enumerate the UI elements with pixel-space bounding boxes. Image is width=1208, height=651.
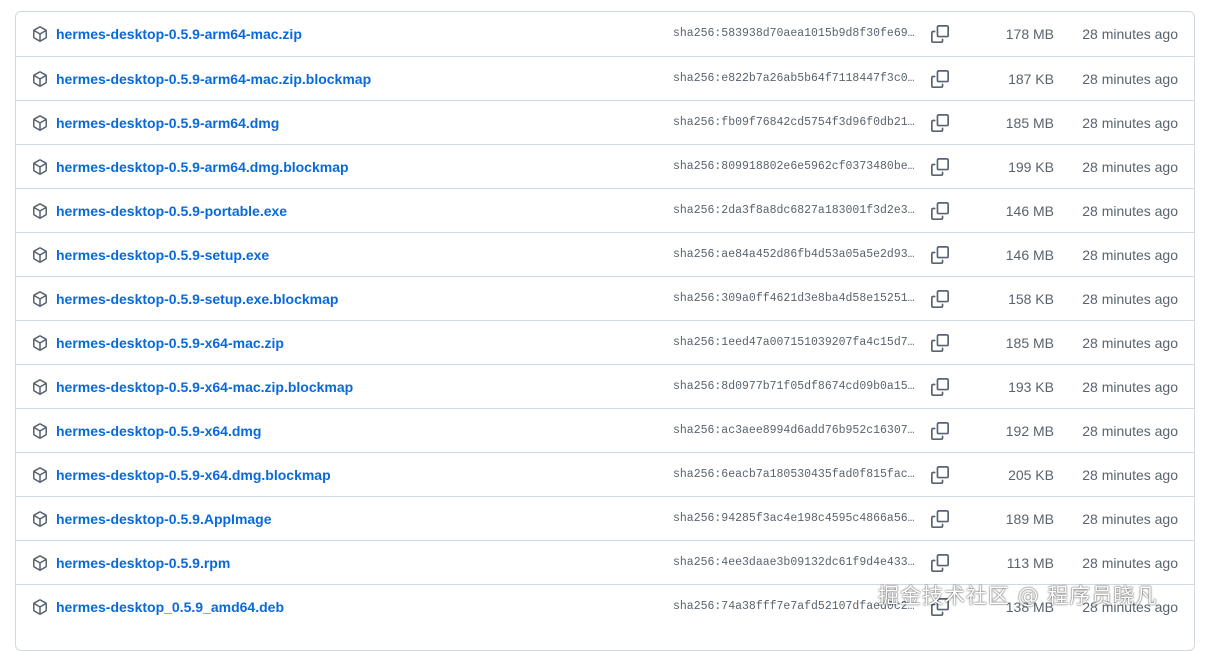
- package-icon: [32, 379, 48, 395]
- copy-icon[interactable]: [931, 598, 949, 616]
- asset-uploaded-time: 28 minutes ago: [1082, 379, 1178, 395]
- asset-row: hermes-desktop-0.5.9-setup.exe.blockmap …: [16, 276, 1194, 320]
- asset-sha256-digest: sha256:309a0ff4621d3e8ba4d58e1525186...: [673, 292, 919, 305]
- package-icon: [32, 115, 48, 131]
- asset-size: 138 MB: [1005, 599, 1054, 615]
- asset-download-link[interactable]: hermes-desktop-0.5.9-x64.dmg: [56, 422, 261, 440]
- asset-sha256-digest: sha256:fb09f76842cd5754f3d96f0db2103...: [673, 116, 919, 129]
- asset-download-link[interactable]: hermes-desktop-0.5.9-arm64-mac.zip: [56, 25, 302, 43]
- asset-download-link[interactable]: hermes-desktop-0.5.9.rpm: [56, 554, 230, 572]
- asset-download-link[interactable]: hermes-desktop-0.5.9-x64.dmg.blockmap: [56, 466, 331, 484]
- package-icon: [32, 335, 48, 351]
- asset-download-link[interactable]: hermes-desktop-0.5.9-portable.exe: [56, 202, 287, 220]
- asset-row: hermes-desktop-0.5.9-setup.exe sha256:ae…: [16, 232, 1194, 276]
- copy-icon[interactable]: [931, 114, 949, 132]
- asset-row: hermes-desktop-0.5.9-arm64.dmg sha256:fb…: [16, 100, 1194, 144]
- asset-size: 189 MB: [1005, 511, 1054, 527]
- asset-row: hermes-desktop_0.5.9_amd64.deb sha256:74…: [16, 584, 1194, 628]
- asset-download-link[interactable]: hermes-desktop_0.5.9_amd64.deb: [56, 598, 284, 616]
- asset-sha256-digest: sha256:6eacb7a180530435fad0f815fac79...: [673, 468, 919, 481]
- asset-uploaded-time: 28 minutes ago: [1082, 467, 1178, 483]
- asset-sha256-digest: sha256:ae84a452d86fb4d53a05a5e2d9367...: [673, 248, 919, 261]
- asset-sha256-digest: sha256:ac3aee8994d6add76b952c16307b5...: [673, 424, 919, 437]
- package-icon: [32, 555, 48, 571]
- asset-size: 185 MB: [1005, 335, 1054, 351]
- asset-sha256-digest: sha256:94285f3ac4e198c4595c4866a56e0...: [673, 512, 919, 525]
- asset-size: 193 KB: [1008, 379, 1054, 395]
- copy-icon[interactable]: [931, 202, 949, 220]
- asset-uploaded-time: 28 minutes ago: [1082, 511, 1178, 527]
- asset-row: hermes-desktop-0.5.9-arm64.dmg.blockmap …: [16, 144, 1194, 188]
- package-icon: [32, 599, 48, 615]
- asset-sha256-digest: sha256:e822b7a26ab5b64f7118447f3c088...: [673, 72, 919, 85]
- package-icon: [32, 511, 48, 527]
- package-icon: [32, 71, 48, 87]
- asset-size: 185 MB: [1005, 115, 1054, 131]
- asset-download-link[interactable]: hermes-desktop-0.5.9-x64-mac.zip.blockma…: [56, 378, 353, 396]
- asset-sha256-digest: sha256:809918802e6e5962cf0373480be60...: [673, 160, 919, 173]
- asset-row: hermes-desktop-0.5.9-arm64-mac.zip sha25…: [16, 12, 1194, 56]
- asset-size: 205 KB: [1008, 467, 1054, 483]
- asset-uploaded-time: 28 minutes ago: [1082, 555, 1178, 571]
- asset-uploaded-time: 28 minutes ago: [1082, 291, 1178, 307]
- asset-sha256-digest: sha256:4ee3daae3b09132dc61f9d4e43302...: [673, 556, 919, 569]
- asset-sha256-digest: sha256:1eed47a007151039207fa4c15d79b...: [673, 336, 919, 349]
- asset-row: hermes-desktop-0.5.9-x64.dmg sha256:ac3a…: [16, 408, 1194, 452]
- package-icon: [32, 423, 48, 439]
- asset-uploaded-time: 28 minutes ago: [1082, 423, 1178, 439]
- asset-uploaded-time: 28 minutes ago: [1082, 599, 1178, 615]
- asset-download-link[interactable]: hermes-desktop-0.5.9-setup.exe: [56, 246, 269, 264]
- copy-icon[interactable]: [931, 466, 949, 484]
- asset-uploaded-time: 28 minutes ago: [1082, 26, 1178, 42]
- asset-sha256-digest: sha256:583938d70aea1015b9d8f30fe69dc...: [673, 27, 919, 40]
- copy-icon[interactable]: [931, 422, 949, 440]
- copy-icon[interactable]: [931, 510, 949, 528]
- copy-icon[interactable]: [931, 158, 949, 176]
- copy-icon[interactable]: [931, 290, 949, 308]
- asset-row: hermes-desktop-0.5.9.AppImage sha256:942…: [16, 496, 1194, 540]
- asset-uploaded-time: 28 minutes ago: [1082, 71, 1178, 87]
- asset-row: hermes-desktop-0.5.9-x64.dmg.blockmap sh…: [16, 452, 1194, 496]
- package-icon: [32, 159, 48, 175]
- asset-uploaded-time: 28 minutes ago: [1082, 115, 1178, 131]
- package-icon: [32, 26, 48, 42]
- asset-row: hermes-desktop-0.5.9.rpm sha256:4ee3daae…: [16, 540, 1194, 584]
- copy-icon[interactable]: [931, 70, 949, 88]
- release-assets-list: hermes-desktop-0.5.9-arm64-mac.zip sha25…: [15, 11, 1195, 651]
- package-icon: [32, 291, 48, 307]
- package-icon: [32, 467, 48, 483]
- asset-uploaded-time: 28 minutes ago: [1082, 203, 1178, 219]
- asset-uploaded-time: 28 minutes ago: [1082, 335, 1178, 351]
- asset-size: 146 MB: [1005, 203, 1054, 219]
- asset-download-link[interactable]: hermes-desktop-0.5.9-x64-mac.zip: [56, 334, 284, 352]
- copy-icon[interactable]: [931, 378, 949, 396]
- asset-download-link[interactable]: hermes-desktop-0.5.9-arm64.dmg.blockmap: [56, 158, 349, 176]
- asset-size: 146 MB: [1005, 247, 1054, 263]
- copy-icon[interactable]: [931, 246, 949, 264]
- asset-size: 178 MB: [1005, 26, 1054, 42]
- asset-row: hermes-desktop-0.5.9-x64-mac.zip sha256:…: [16, 320, 1194, 364]
- package-icon: [32, 247, 48, 263]
- asset-size: 113 MB: [1006, 555, 1054, 571]
- asset-row: hermes-desktop-0.5.9-portable.exe sha256…: [16, 188, 1194, 232]
- copy-icon[interactable]: [931, 334, 949, 352]
- asset-size: 158 KB: [1008, 291, 1054, 307]
- asset-size: 187 KB: [1008, 71, 1054, 87]
- package-icon: [32, 203, 48, 219]
- asset-row: hermes-desktop-0.5.9-arm64-mac.zip.block…: [16, 56, 1194, 100]
- asset-size: 199 KB: [1008, 159, 1054, 175]
- asset-download-link[interactable]: hermes-desktop-0.5.9.AppImage: [56, 510, 272, 528]
- asset-uploaded-time: 28 minutes ago: [1082, 159, 1178, 175]
- asset-sha256-digest: sha256:74a38fff7e7afd52107dfaed0c20d...: [673, 600, 919, 613]
- asset-download-link[interactable]: hermes-desktop-0.5.9-setup.exe.blockmap: [56, 290, 338, 308]
- asset-size: 192 MB: [1005, 423, 1054, 439]
- asset-uploaded-time: 28 minutes ago: [1082, 247, 1178, 263]
- asset-sha256-digest: sha256:8d0977b71f05df8674cd09b0a15aa...: [673, 380, 919, 393]
- copy-icon[interactable]: [931, 554, 949, 572]
- asset-sha256-digest: sha256:2da3f8a8dc6827a183001f3d2e3fd...: [673, 204, 919, 217]
- asset-row: hermes-desktop-0.5.9-x64-mac.zip.blockma…: [16, 364, 1194, 408]
- asset-download-link[interactable]: hermes-desktop-0.5.9-arm64.dmg: [56, 114, 279, 132]
- asset-download-link[interactable]: hermes-desktop-0.5.9-arm64-mac.zip.block…: [56, 70, 371, 88]
- copy-icon[interactable]: [931, 25, 949, 43]
